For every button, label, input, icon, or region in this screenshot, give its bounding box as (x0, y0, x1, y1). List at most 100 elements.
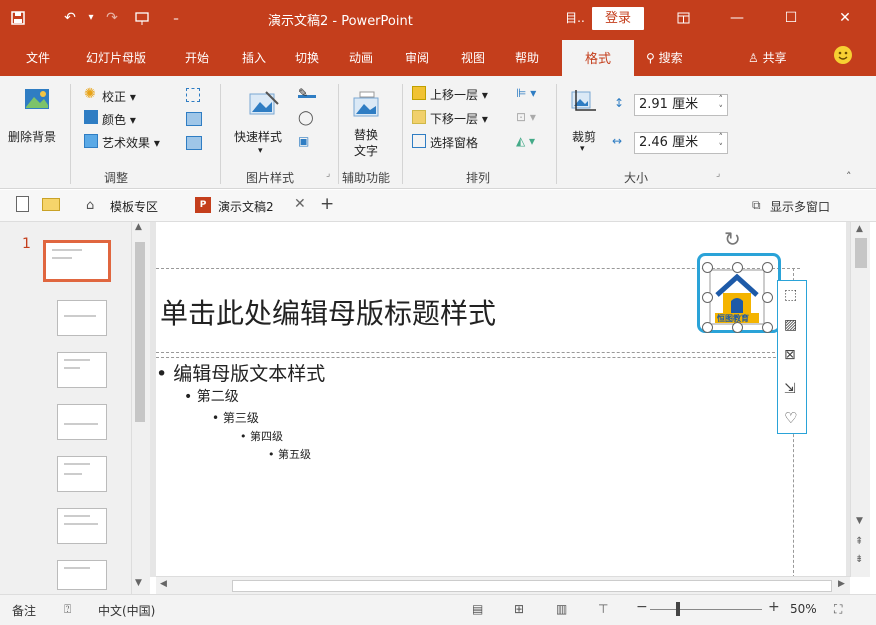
compress-pictures-icon[interactable] (186, 88, 200, 102)
language-indicator[interactable]: 中文(中国) (98, 602, 155, 619)
master-title-placeholder[interactable]: 单击此处编辑母版标题样式 (160, 292, 496, 332)
search-box[interactable]: ⚲ 搜索 (646, 49, 683, 66)
redo-icon[interactable]: ↷ (98, 0, 126, 36)
picture-border-icon[interactable]: ✎ (298, 86, 316, 100)
crop-image-icon[interactable]: ⊠ (784, 347, 796, 363)
height-input[interactable]: 2.91 厘米 ˄ ˅ (634, 94, 728, 116)
picture-layout-icon[interactable]: ▣ (298, 134, 309, 148)
bring-forward-button[interactable]: 上移一层 ▾ (430, 86, 488, 103)
accessibility-icon[interactable]: ⍰ (64, 602, 71, 617)
resize-handle-n[interactable] (732, 262, 743, 273)
customize-qat-icon[interactable]: ₌ (162, 0, 190, 36)
reading-view-icon[interactable]: ▥ (556, 602, 567, 616)
canvas-horizontal-scrollbar[interactable]: ◀ ▶ (156, 576, 850, 594)
ribbon-options-icon[interactable] (660, 0, 706, 36)
selection-pane-button[interactable]: 选择窗格 (430, 134, 478, 151)
quick-styles-icon[interactable] (248, 90, 280, 120)
align-icon[interactable]: ⊫ ▾ (516, 86, 536, 100)
ribbon-display-icon[interactable]: 目.. (560, 0, 590, 36)
minimize-icon[interactable]: — (714, 0, 760, 36)
add-tab-icon[interactable]: + (320, 194, 334, 214)
resize-handle-sw[interactable] (702, 322, 713, 333)
resize-handle-se[interactable] (762, 322, 773, 333)
master-text-placeholder[interactable]: • 编辑母版文本样式 • 第二级 • 第三级 • 第四级 • 第五级 (156, 362, 325, 464)
reset-picture-icon[interactable] (186, 136, 202, 150)
color-button[interactable]: 颜色 ▾ (102, 111, 136, 128)
shape-icon[interactable]: ⬚ (784, 287, 797, 303)
rotate-icon[interactable]: ◭ ▾ (516, 134, 535, 148)
close-tab-icon[interactable]: ✕ (294, 196, 306, 212)
thumbnail-layout-3[interactable] (57, 404, 107, 440)
zoom-slider-thumb[interactable] (676, 602, 680, 616)
resize-handle-e[interactable] (762, 292, 773, 303)
picture-effects-icon[interactable]: ◯ (298, 110, 314, 126)
thumbnail-layout-5[interactable] (57, 508, 107, 544)
tab-help[interactable]: 帮助 (515, 49, 539, 66)
tab-animations[interactable]: 动画 (349, 49, 373, 66)
thumbnails-scrollbar[interactable]: ▲ ▼ (131, 222, 148, 594)
width-input[interactable]: 2.46 厘米 ˄ ˅ (634, 132, 728, 154)
resize-handle-nw[interactable] (702, 262, 713, 273)
resize-icon[interactable]: ⇲ (784, 381, 796, 397)
previous-slide-icon[interactable]: ⇞ (855, 536, 863, 547)
normal-view-icon[interactable]: ▤ (472, 602, 483, 616)
crop-label[interactable]: 裁剪 (572, 128, 596, 145)
open-folder-icon[interactable] (42, 198, 60, 211)
maximize-icon[interactable]: ☐ (768, 0, 814, 36)
remove-background-label[interactable]: 删除背景 (8, 128, 56, 145)
template-zone-tab[interactable]: 模板专区 (110, 198, 158, 215)
quick-styles-label[interactable]: 快速样式 (234, 128, 282, 145)
group-icon[interactable]: ⊡ ▾ (516, 110, 536, 124)
dialog-launcher-icon[interactable]: ⌟ (326, 169, 330, 179)
save-icon[interactable] (0, 0, 36, 36)
thumbnail-layout-1[interactable] (57, 300, 107, 336)
zoom-slider[interactable] (650, 609, 762, 610)
show-multi-window-button[interactable]: 显示多窗口 (770, 198, 830, 215)
smiley-icon[interactable] (834, 46, 852, 64)
undo-icon[interactable]: ↶ (56, 0, 84, 36)
thumbnail-layout-4[interactable] (57, 456, 107, 492)
alt-text-label-1[interactable]: 替换 (354, 126, 378, 143)
next-slide-icon[interactable]: ⇟ (855, 554, 863, 565)
tab-format[interactable]: 格式 (562, 40, 634, 78)
slide-master-canvas[interactable]: 单击此处编辑母版标题样式 • 编辑母版文本样式 • 第二级 • 第三级 • 第四… (156, 222, 846, 582)
size-dialog-launcher-icon[interactable]: ⌟ (716, 169, 720, 179)
tab-insert[interactable]: 插入 (242, 49, 266, 66)
resize-handle-ne[interactable] (762, 262, 773, 273)
thumbnail-layout-2[interactable] (57, 352, 107, 388)
alt-text-icon[interactable] (352, 90, 380, 118)
zoom-out-icon[interactable]: − (636, 599, 648, 615)
correction-button[interactable]: 校正 ▾ (102, 88, 136, 105)
send-backward-button[interactable]: 下移一层 ▾ (430, 110, 488, 127)
zoom-in-icon[interactable]: + (768, 599, 780, 615)
tab-transitions[interactable]: 切换 (295, 49, 319, 66)
remove-background-icon[interactable] (24, 88, 50, 116)
tab-review[interactable]: 审阅 (405, 49, 429, 66)
logo-image[interactable]: 恒图教育 (702, 262, 773, 333)
tab-file[interactable]: 文件 (26, 49, 50, 66)
canvas-vertical-scrollbar[interactable]: ▲ ▼ ⇞ ⇟ (850, 222, 870, 577)
change-picture-icon[interactable] (186, 112, 202, 126)
alt-text-label-2[interactable]: 文字 (354, 142, 378, 159)
new-document-icon[interactable] (16, 196, 29, 212)
artistic-effects-button[interactable]: 艺术效果 ▾ (102, 134, 160, 151)
resize-handle-s[interactable] (732, 322, 743, 333)
document-tab[interactable]: 演示文稿2 (218, 198, 274, 215)
crop-icon[interactable] (570, 90, 596, 116)
slideshow-view-icon[interactable]: ⊤ (598, 602, 608, 616)
notes-button[interactable]: 备注 (12, 602, 36, 619)
tab-slide-master[interactable]: 幻灯片母版 (86, 49, 146, 66)
zoom-level[interactable]: 50% (790, 602, 817, 616)
image-icon[interactable]: ▨ (784, 317, 797, 333)
resize-handle-w[interactable] (702, 292, 713, 303)
heart-icon[interactable]: ♡ (784, 409, 797, 427)
fit-to-window-icon[interactable]: ⛶ (834, 602, 842, 617)
share-button[interactable]: ♙ 共享 (748, 49, 787, 66)
collapse-ribbon-icon[interactable]: ˄ (846, 170, 852, 183)
thumbnail-master[interactable] (43, 240, 111, 282)
tab-view[interactable]: 视图 (461, 49, 485, 66)
tab-home[interactable]: 开始 (185, 49, 209, 66)
close-icon[interactable]: ✕ (822, 0, 868, 36)
start-slideshow-icon[interactable] (126, 0, 158, 36)
login-button[interactable]: 登录 (592, 7, 644, 30)
